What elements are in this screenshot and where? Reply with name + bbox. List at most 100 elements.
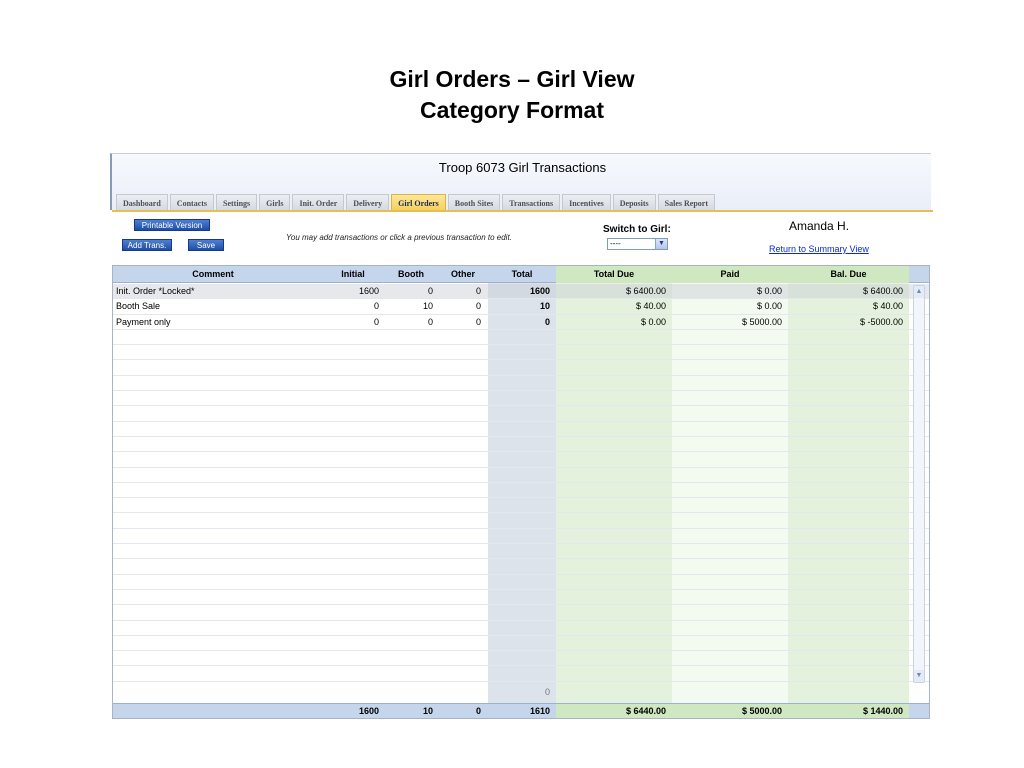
total-bal-due: $ 1440.00 — [862, 706, 903, 716]
table-row[interactable] — [113, 345, 929, 361]
app-header: Troop 6073 Girl Transactions Dashboard Co… — [110, 153, 933, 212]
table-row[interactable] — [113, 559, 929, 575]
table-cell: $ 5000.00 — [741, 316, 782, 327]
tab-delivery[interactable]: Delivery — [346, 194, 390, 211]
col-total[interactable]: Total — [490, 266, 554, 283]
tab-init-order[interactable]: Init. Order — [292, 194, 345, 211]
total-other: 0 — [475, 706, 481, 716]
table-cell: 0 — [475, 301, 481, 312]
tab-girl-orders[interactable]: Girl Orders — [391, 194, 446, 211]
table-cell: 10 — [539, 301, 550, 312]
app-window: Troop 6073 Girl Transactions Dashboard Co… — [110, 153, 933, 719]
table-row[interactable] — [113, 330, 929, 346]
tab-deposits[interactable]: Deposits — [612, 194, 656, 211]
table-row[interactable] — [113, 437, 929, 453]
col-comment[interactable]: Comment — [113, 266, 313, 283]
switch-girl-value: ---- — [610, 239, 621, 248]
table-row[interactable] — [113, 406, 929, 422]
total-total-due: $ 6440.00 — [625, 706, 666, 716]
table-cell: 0 — [373, 316, 379, 327]
tab-contacts[interactable]: Contacts — [169, 194, 215, 211]
table-cell: Init. Order *Locked* — [116, 286, 195, 296]
total-paid: $ 5000.00 — [741, 706, 782, 716]
return-summary-link[interactable]: Return to Summary View — [769, 244, 869, 254]
girl-name: Amanda H. — [789, 219, 850, 233]
table-cell: 0 — [427, 316, 433, 327]
table-row[interactable] — [113, 529, 929, 545]
total-total: 1610 — [529, 706, 550, 716]
total-initial: 1600 — [358, 706, 379, 716]
tab-transactions[interactable]: Transactions — [502, 194, 561, 211]
table-row[interactable] — [113, 376, 929, 392]
table-cell: $ 0.00 — [756, 286, 782, 296]
tab-dashboard[interactable]: Dashboard — [116, 194, 168, 211]
app-title: Troop 6073 Girl Transactions — [438, 160, 607, 175]
table-cell: Payment only — [116, 316, 171, 327]
col-booth[interactable]: Booth — [387, 266, 435, 283]
tab-girls[interactable]: Girls — [259, 194, 291, 211]
table-cell: $ 6400.00 — [862, 286, 903, 296]
table-cell: 1600 — [529, 286, 550, 296]
printable-version-button[interactable]: Printable Version — [134, 219, 210, 231]
tab-booth-sites[interactable]: Booth Sites — [447, 194, 501, 211]
table-cell: 0 — [427, 286, 433, 296]
table-cell: Booth Sale — [116, 301, 161, 312]
total-booth: 10 — [422, 706, 433, 716]
tab-sales-report[interactable]: Sales Report — [657, 194, 715, 211]
table-row[interactable] — [113, 636, 929, 652]
switch-girl-label: Switch to Girl: — [603, 224, 671, 235]
table-row[interactable] — [113, 514, 929, 529]
save-button[interactable]: Save — [188, 239, 224, 251]
col-bal-due[interactable]: Bal. Due — [788, 266, 909, 283]
grid-scrollbar[interactable]: ▲ ▼ — [913, 285, 925, 683]
table-cell: $ 40.00 — [872, 301, 903, 312]
scroll-up-icon[interactable]: ▲ — [914, 286, 924, 298]
table-cell: 0 — [544, 316, 550, 327]
col-total-due[interactable]: Total Due — [556, 266, 672, 283]
slide-title: Girl Orders – Girl View Category Format — [0, 64, 1024, 126]
table-row[interactable] — [113, 391, 929, 407]
table-row[interactable] — [113, 667, 929, 682]
col-initial[interactable]: Initial — [323, 266, 383, 283]
table-row[interactable]: Payment only 0 0 0 0 $ 0.00 $ 5000.00 $ -5000.0… — [113, 315, 929, 330]
switch-girl-select[interactable]: ---- ▼ — [607, 238, 668, 250]
scroll-down-icon[interactable]: ▼ — [914, 670, 924, 682]
col-paid[interactable]: Paid — [672, 266, 788, 283]
tab-incentives[interactable]: Incentives — [562, 194, 611, 211]
table-row[interactable] — [113, 483, 929, 499]
table-row[interactable] — [113, 605, 929, 621]
table-cell: 0 — [475, 316, 481, 327]
edit-hint-text: You may add transactions or click a prev… — [286, 233, 512, 242]
table-row[interactable] — [113, 590, 929, 606]
table-cell: 0 — [475, 286, 481, 296]
table-cell: $ 0.00 — [756, 301, 782, 312]
col-other[interactable]: Other — [439, 266, 487, 283]
table-cell: $ 6400.00 — [625, 286, 666, 296]
table-row[interactable] — [113, 575, 929, 590]
new-row-total: 0 — [544, 687, 550, 697]
table-row[interactable] — [113, 651, 929, 667]
slide-title-line1: Girl Orders – Girl View — [389, 66, 635, 92]
table-row[interactable] — [113, 468, 929, 483]
table-cell: 0 — [373, 301, 379, 312]
tab-underline — [112, 210, 933, 212]
table-row[interactable] — [113, 621, 929, 636]
grid-header: Comment Initial Booth Other Total Total … — [113, 266, 929, 283]
table-cell: $ 0.00 — [640, 316, 666, 327]
table-row[interactable] — [113, 452, 929, 468]
table-row[interactable]: Booth Sale 0 10 0 10 $ 40.00 $ 0.00 $ 40.00 — [113, 299, 929, 315]
add-trans-button[interactable]: Add Trans. — [122, 239, 172, 251]
table-cell: 10 — [422, 301, 433, 312]
tab-settings[interactable]: Settings — [216, 194, 258, 211]
transactions-grid: Comment Initial Booth Other Total Total … — [112, 265, 930, 719]
table-row[interactable] — [113, 544, 929, 560]
chevron-down-icon[interactable]: ▼ — [655, 239, 667, 249]
table-row[interactable]: Init. Order *Locked* 1600 0 0 1600 $ 6400.00 $… — [113, 284, 929, 300]
slide-title-line2: Category Format — [419, 97, 605, 123]
table-row[interactable] — [113, 422, 929, 437]
table-row[interactable] — [113, 361, 929, 376]
table-cell: $ -5000.00 — [859, 316, 903, 327]
table-cell: $ 40.00 — [635, 301, 666, 312]
table-cell: 1600 — [358, 286, 379, 296]
table-row[interactable] — [113, 498, 929, 514]
